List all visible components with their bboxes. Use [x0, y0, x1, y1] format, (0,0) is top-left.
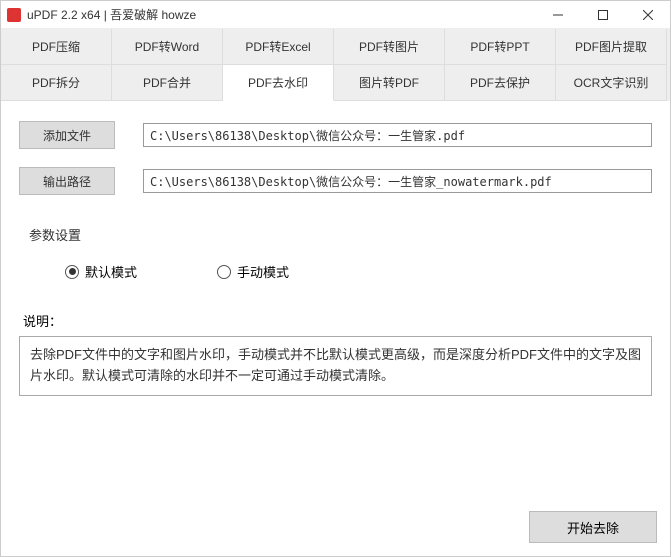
- tab-pdf-to-excel[interactable]: PDF转Excel: [223, 29, 334, 65]
- radio-label: 手动模式: [237, 262, 289, 281]
- radio-default-mode[interactable]: 默认模式: [65, 262, 137, 281]
- start-button[interactable]: 开始去除: [529, 511, 657, 543]
- app-icon: [7, 8, 21, 22]
- radio-icon: [65, 265, 79, 279]
- tab-pdf-to-image[interactable]: PDF转图片: [334, 29, 445, 65]
- maximize-button[interactable]: [580, 1, 625, 29]
- output-path-row: 输出路径 C:\Users\86138\Desktop\微信公众号：一生管家_n…: [19, 167, 652, 195]
- window-title: uPDF 2.2 x64 | 吾爱破解 howze: [27, 6, 535, 23]
- minimize-button[interactable]: [535, 1, 580, 29]
- tab-pdf-compress[interactable]: PDF压缩: [1, 29, 112, 65]
- tab-bar: PDF压缩 PDF转Word PDF转Excel PDF转图片 PDF转PPT …: [1, 29, 670, 101]
- add-file-button[interactable]: 添加文件: [19, 121, 115, 149]
- tab-ocr[interactable]: OCR文字识别: [556, 65, 667, 101]
- tab-pdf-merge[interactable]: PDF合并: [112, 65, 223, 101]
- radio-manual-mode[interactable]: 手动模式: [217, 262, 289, 281]
- footer: 开始去除: [529, 511, 657, 543]
- tab-image-to-pdf[interactable]: 图片转PDF: [334, 65, 445, 101]
- tab-pdf-remove-watermark[interactable]: PDF去水印: [223, 65, 334, 101]
- input-path-field[interactable]: C:\Users\86138\Desktop\微信公众号：一生管家.pdf: [143, 123, 652, 147]
- tab-pdf-extract-image[interactable]: PDF图片提取: [556, 29, 667, 65]
- main-panel: 添加文件 C:\Users\86138\Desktop\微信公众号：一生管家.p…: [1, 101, 670, 406]
- params-section-label: 参数设置: [29, 225, 652, 244]
- tab-pdf-remove-protection[interactable]: PDF去保护: [445, 65, 556, 101]
- close-button[interactable]: [625, 1, 670, 29]
- title-bar: uPDF 2.2 x64 | 吾爱破解 howze: [1, 1, 670, 29]
- radio-label: 默认模式: [85, 262, 137, 281]
- mode-radio-group: 默认模式 手动模式: [65, 262, 652, 281]
- output-path-button[interactable]: 输出路径: [19, 167, 115, 195]
- tab-pdf-to-ppt[interactable]: PDF转PPT: [445, 29, 556, 65]
- description-text: 去除PDF文件中的文字和图片水印，手动模式并不比默认模式更高级，而是深度分析PD…: [19, 336, 652, 396]
- description-label: 说明：: [23, 311, 652, 330]
- tab-pdf-split[interactable]: PDF拆分: [1, 65, 112, 101]
- radio-icon: [217, 265, 231, 279]
- input-file-row: 添加文件 C:\Users\86138\Desktop\微信公众号：一生管家.p…: [19, 121, 652, 149]
- tab-pdf-to-word[interactable]: PDF转Word: [112, 29, 223, 65]
- output-path-field[interactable]: C:\Users\86138\Desktop\微信公众号：一生管家_nowate…: [143, 169, 652, 193]
